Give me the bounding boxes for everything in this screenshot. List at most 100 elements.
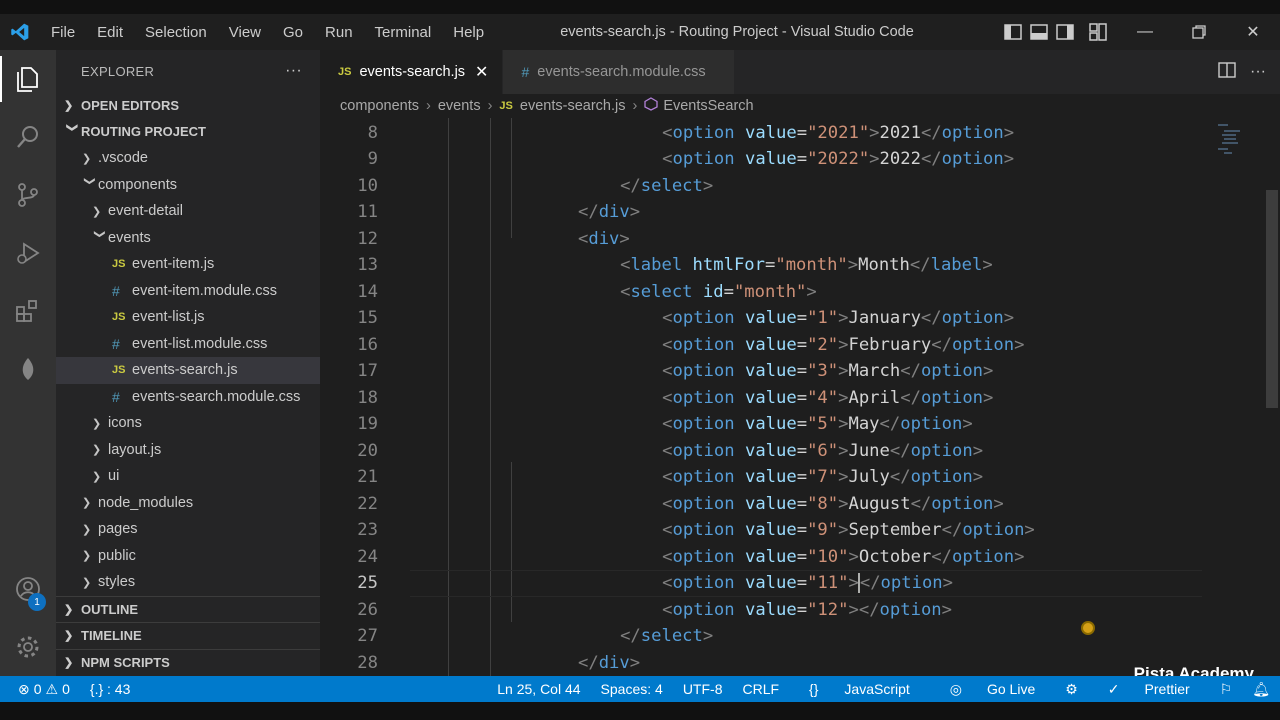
- tree-folder[interactable]: ❯ node_modules: [56, 490, 320, 517]
- go-live-button[interactable]: ◎ Go Live: [930, 681, 1055, 698]
- close-tab-icon[interactable]: ✕: [475, 62, 488, 82]
- minimize-icon[interactable]: —: [1118, 14, 1172, 50]
- code-line[interactable]: 19 <option value="5">May</option>: [320, 411, 1280, 438]
- code-line[interactable]: 10 </select>: [320, 173, 1280, 200]
- code-line[interactable]: 18 <option value="4">April</option>: [320, 385, 1280, 412]
- code-text: <label htmlFor="month">Month</label>: [620, 255, 993, 275]
- problems-indicator[interactable]: ⊗ 0 ⚠ 0: [18, 681, 70, 698]
- split-editor-icon[interactable]: [1218, 61, 1236, 83]
- breadcrumb-item[interactable]: EventsSearch: [663, 98, 753, 114]
- cursor-position[interactable]: Ln 25, Col 44: [487, 681, 590, 697]
- encoding[interactable]: UTF-8: [673, 681, 733, 697]
- tree-folder[interactable]: ❯ styles: [56, 569, 320, 596]
- outline-section[interactable]: ❯ OUTLINE: [56, 597, 320, 623]
- tree-folder[interactable]: ❯ event-detail: [56, 198, 320, 225]
- toggle-panel-icon[interactable]: [1026, 14, 1052, 50]
- code-token: value: [744, 546, 797, 567]
- language-mode[interactable]: {} JavaScript: [789, 681, 930, 697]
- prettier-button[interactable]: ✓ Prettier: [1088, 681, 1210, 698]
- manage-gear-icon[interactable]: [0, 618, 56, 676]
- tree-file[interactable]: JS event-list.js: [56, 304, 320, 331]
- menu-terminal[interactable]: Terminal: [364, 24, 443, 41]
- code-line[interactable]: 15 <option value="1">January</option>: [320, 305, 1280, 332]
- toggle-secondary-sidebar-icon[interactable]: [1052, 14, 1078, 50]
- breadcrumb-item[interactable]: events-search.js: [520, 98, 626, 114]
- menu-edit[interactable]: Edit: [86, 24, 134, 41]
- notifications-bell-icon[interactable]: 🔔︎: [1242, 681, 1280, 698]
- breadcrumb-item[interactable]: events: [438, 98, 481, 114]
- tree-file[interactable]: JS events-search.js: [56, 357, 320, 384]
- menu-help[interactable]: Help: [442, 24, 495, 41]
- code-line[interactable]: 25 <option value="11"></option>: [320, 570, 1280, 597]
- code-line[interactable]: 14 <select id="month">: [320, 279, 1280, 306]
- tree-folder[interactable]: ❯ icons: [56, 410, 320, 437]
- tree-item-label: event-list.module.css: [132, 335, 268, 352]
- menu-view[interactable]: View: [218, 24, 272, 41]
- code-line[interactable]: 26 <option value="12"></option>: [320, 597, 1280, 624]
- explorer-icon[interactable]: [0, 50, 56, 108]
- tree-file[interactable]: JS event-item.js: [56, 251, 320, 278]
- code-token: option: [931, 493, 994, 514]
- menu-go[interactable]: Go: [272, 24, 314, 41]
- feedback-icon[interactable]: ⚙: [1055, 681, 1088, 698]
- menu-selection[interactable]: Selection: [134, 24, 218, 41]
- restore-icon[interactable]: [1172, 14, 1226, 50]
- end-of-line[interactable]: CRLF: [732, 681, 789, 697]
- account-feedback-icon[interactable]: ⚐: [1210, 681, 1243, 698]
- bracket-info[interactable]: {.} : 43: [90, 681, 130, 697]
- code-line[interactable]: 21 <option value="7">July</option>: [320, 464, 1280, 491]
- code-token: <: [620, 281, 631, 302]
- close-window-icon[interactable]: ✕: [1226, 14, 1280, 50]
- code-line[interactable]: 16 <option value="2">February</option>: [320, 332, 1280, 359]
- code-line[interactable]: 23 <option value="9">September</option>: [320, 517, 1280, 544]
- code-line[interactable]: 17 <option value="3">March</option>: [320, 358, 1280, 385]
- code-line[interactable]: 27 </select>: [320, 623, 1280, 650]
- breadcrumb-item[interactable]: components: [340, 98, 419, 114]
- code-token: =: [796, 440, 808, 461]
- code-line[interactable]: 22 <option value="8">August</option>: [320, 491, 1280, 518]
- code-token: "3": [807, 361, 839, 382]
- menu-run[interactable]: Run: [314, 24, 364, 41]
- code-line[interactable]: 8 <option value="2021">2021</option>: [320, 120, 1280, 147]
- tree-file[interactable]: # event-item.module.css: [56, 278, 320, 305]
- tab-events-search-js[interactable]: JS events-search.js ✕: [320, 50, 504, 94]
- code-line[interactable]: 12 <div>: [320, 226, 1280, 253]
- customize-layout-icon[interactable]: [1078, 14, 1118, 50]
- timeline-section[interactable]: ❯ TIMELINE: [56, 623, 320, 650]
- code-line[interactable]: 11 </div>: [320, 199, 1280, 226]
- leaf-icon[interactable]: [0, 340, 56, 398]
- search-icon[interactable]: [0, 108, 56, 166]
- tree-folder[interactable]: ❯ layout.js: [56, 437, 320, 464]
- extensions-icon[interactable]: [0, 282, 56, 340]
- tree-file[interactable]: # events-search.module.css: [56, 384, 320, 411]
- more-actions-icon[interactable]: ···: [1250, 63, 1266, 81]
- tree-folder[interactable]: ❯ events: [56, 225, 320, 252]
- indentation[interactable]: Spaces: 4: [591, 681, 673, 697]
- tree-folder[interactable]: ❯ components: [56, 172, 320, 199]
- source-control-icon[interactable]: [0, 166, 56, 224]
- more-actions-icon[interactable]: ···: [285, 62, 302, 80]
- code-text: <option value="5">May</option>: [662, 414, 973, 434]
- code-line[interactable]: 20 <option value="6">June</option>: [320, 438, 1280, 465]
- accounts-icon[interactable]: 1: [0, 560, 56, 618]
- code-line[interactable]: 24 <option value="10">October</option>: [320, 544, 1280, 571]
- tree-folder[interactable]: ❯ public: [56, 543, 320, 570]
- menu-file[interactable]: File: [40, 24, 86, 41]
- toggle-primary-sidebar-icon[interactable]: [1000, 14, 1026, 50]
- tree-folder[interactable]: ❯ pages: [56, 516, 320, 543]
- tab-events-search-module-css[interactable]: # events-search.module.css: [503, 50, 735, 94]
- code-line[interactable]: 13 <label htmlFor="month">Month</label>: [320, 252, 1280, 279]
- project-section[interactable]: ❯ ROUTING PROJECT: [56, 119, 320, 146]
- tree-file[interactable]: # event-list.module.css: [56, 331, 320, 358]
- open-editors-section[interactable]: ❯ OPEN EDITORS: [56, 92, 320, 119]
- code-editor[interactable]: Pista Academy 8 <option value="2021">2021…: [320, 118, 1280, 676]
- npm-scripts-section[interactable]: ❯ NPM SCRIPTS: [56, 650, 320, 677]
- code-line[interactable]: 28 </div>: [320, 650, 1280, 677]
- tree-folder[interactable]: ❯ .vscode: [56, 145, 320, 172]
- code-line[interactable]: 9 <option value="2022">2022</option>: [320, 146, 1280, 173]
- run-debug-icon[interactable]: [0, 224, 56, 282]
- tree-folder[interactable]: ❯ ui: [56, 463, 320, 490]
- code-token: "12": [807, 599, 849, 620]
